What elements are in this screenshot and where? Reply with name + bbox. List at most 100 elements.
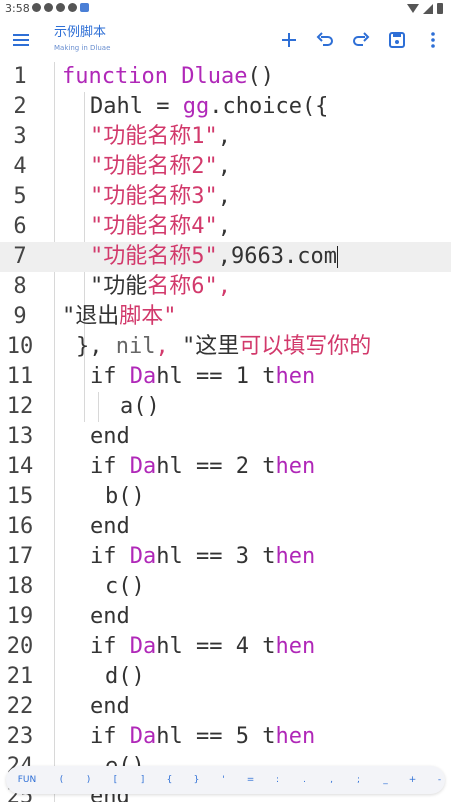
line-code[interactable]: function Dluae() (62, 62, 274, 92)
code-line[interactable]: 10 }, nil, "这里可以填写你的 (0, 332, 451, 362)
code-line[interactable]: 7 "功能名称5",9663.com (0, 242, 451, 272)
line-code[interactable]: if Dahl == 1 then (90, 362, 315, 392)
code-line[interactable]: 13 end (0, 422, 451, 452)
symbol-key[interactable]: { (156, 775, 183, 785)
code-line[interactable]: 11 if Dahl == 1 then (0, 362, 451, 392)
code-line[interactable]: 16 end (0, 512, 451, 542)
symbol-key[interactable]: : (264, 775, 291, 785)
status-time: 3:58 (5, 2, 30, 15)
symbol-key[interactable]: , (318, 775, 345, 785)
line-number: 23 (6, 724, 34, 749)
line-code[interactable]: if Dahl == 5 then (90, 722, 315, 752)
symbol-key[interactable]: ] (129, 775, 156, 785)
code-editor[interactable]: 1 function Dluae() 2 Dahl = gg.choice({3 "功能… (0, 62, 451, 802)
code-token: end (90, 604, 130, 629)
code-token: hl == 2 t (156, 454, 276, 479)
code-line[interactable]: 15 b() (0, 482, 451, 512)
redo-icon[interactable] (349, 28, 373, 52)
code-line[interactable]: 9 "退出脚本" (0, 302, 451, 332)
line-code[interactable]: }, nil, "这里可以填写你的 (76, 332, 371, 362)
code-line[interactable]: 8 "功能名称6", (0, 272, 451, 302)
line-code[interactable]: "功能名称6", (90, 272, 231, 302)
line-number: 10 (6, 334, 34, 359)
notification-icons (32, 3, 89, 12)
battery-icon (437, 3, 443, 14)
save-icon[interactable] (385, 28, 409, 52)
symbol-key[interactable]: . (291, 775, 318, 785)
code-token: hen (275, 724, 316, 749)
line-code[interactable]: end (90, 422, 130, 452)
line-number: 19 (6, 604, 34, 629)
code-token: function (62, 64, 168, 89)
code-line[interactable]: 4 "功能名称2", (0, 152, 451, 182)
symbol-key[interactable]: _ (372, 775, 399, 785)
line-code[interactable]: end (90, 602, 130, 632)
line-code[interactable]: "退出脚本" (62, 302, 177, 332)
line-code[interactable]: "功能名称4", (90, 212, 231, 242)
line-number: 9 (13, 304, 27, 329)
plus-icon[interactable] (277, 28, 301, 52)
line-code[interactable]: end (90, 512, 130, 542)
code-line[interactable]: 22 end (0, 692, 451, 722)
title-block: 示例脚本 Making in Dluae (54, 25, 110, 53)
line-code[interactable]: b() (105, 482, 145, 512)
code-line[interactable]: 20 if Dahl == 4 then (0, 632, 451, 662)
line-number: 17 (6, 544, 34, 569)
code-token: "退出 (62, 304, 120, 329)
symbol-key[interactable]: [ (102, 775, 129, 785)
menu-icon[interactable] (9, 28, 33, 52)
line-code[interactable]: Dahl = gg.choice({ (90, 92, 328, 122)
code-token: c() (105, 574, 145, 599)
line-code[interactable]: d() (105, 662, 145, 692)
line-number: 20 (6, 634, 34, 659)
code-token: Dahl = (90, 94, 183, 119)
code-token: if (90, 544, 130, 569)
code-line[interactable]: 5 "功能名称3", (0, 182, 451, 212)
code-line[interactable]: 19 end (0, 602, 451, 632)
system-indicators (407, 3, 443, 14)
code-token: a() (120, 394, 160, 419)
more-icon[interactable] (421, 28, 445, 52)
code-token: hen (275, 634, 316, 659)
line-code[interactable]: if Dahl == 3 then (90, 542, 315, 572)
line-code[interactable]: "功能名称3", (90, 182, 231, 212)
code-token: d() (105, 664, 145, 689)
code-token: "功能 (90, 274, 148, 299)
code-line[interactable]: 12 a() (0, 392, 451, 422)
symbol-key[interactable]: ( (48, 775, 75, 785)
symbol-key[interactable]: - (426, 775, 445, 785)
line-number: 4 (13, 154, 27, 179)
undo-icon[interactable] (313, 28, 337, 52)
symbol-key[interactable]: = (237, 775, 264, 785)
code-line[interactable]: 1 function Dluae() (0, 62, 451, 92)
line-code[interactable]: "功能名称2", (90, 152, 231, 182)
code-line[interactable]: 6 "功能名称4", (0, 212, 451, 242)
line-code[interactable]: "功能名称1", (90, 122, 231, 152)
line-code[interactable]: a() (120, 392, 160, 422)
cat-icon (68, 3, 77, 12)
symbol-key[interactable]: ; (345, 775, 372, 785)
symbol-key[interactable]: } (183, 775, 210, 785)
code-line[interactable]: 21 d() (0, 662, 451, 692)
code-line[interactable]: 14 if Dahl == 2 then (0, 452, 451, 482)
line-number: 14 (6, 454, 34, 479)
line-code[interactable]: c() (105, 572, 145, 602)
code-line[interactable]: 2 Dahl = gg.choice({ (0, 92, 451, 122)
code-token: hl == 5 t (156, 724, 276, 749)
code-line[interactable]: 18 c() (0, 572, 451, 602)
code-line[interactable]: 23 if Dahl == 5 then (0, 722, 451, 752)
symbol-key[interactable]: ) (75, 775, 102, 785)
line-code[interactable]: if Dahl == 2 then (90, 452, 315, 482)
app-icon (80, 3, 89, 12)
line-code[interactable]: "功能名称5",9663.com (90, 242, 338, 272)
code-token: hl == 1 t (156, 364, 276, 389)
fun-button[interactable]: FUN (6, 775, 48, 785)
code-line[interactable]: 3 "功能名称1", (0, 122, 451, 152)
signal-icon (423, 3, 433, 14)
code-line[interactable]: 17 if Dahl == 3 then (0, 542, 451, 572)
symbol-key[interactable]: ' (210, 775, 237, 785)
line-code[interactable]: end (90, 692, 130, 722)
line-code[interactable]: if Dahl == 4 then (90, 632, 315, 662)
symbol-key[interactable]: + (399, 775, 426, 785)
line-number: 22 (6, 694, 34, 719)
